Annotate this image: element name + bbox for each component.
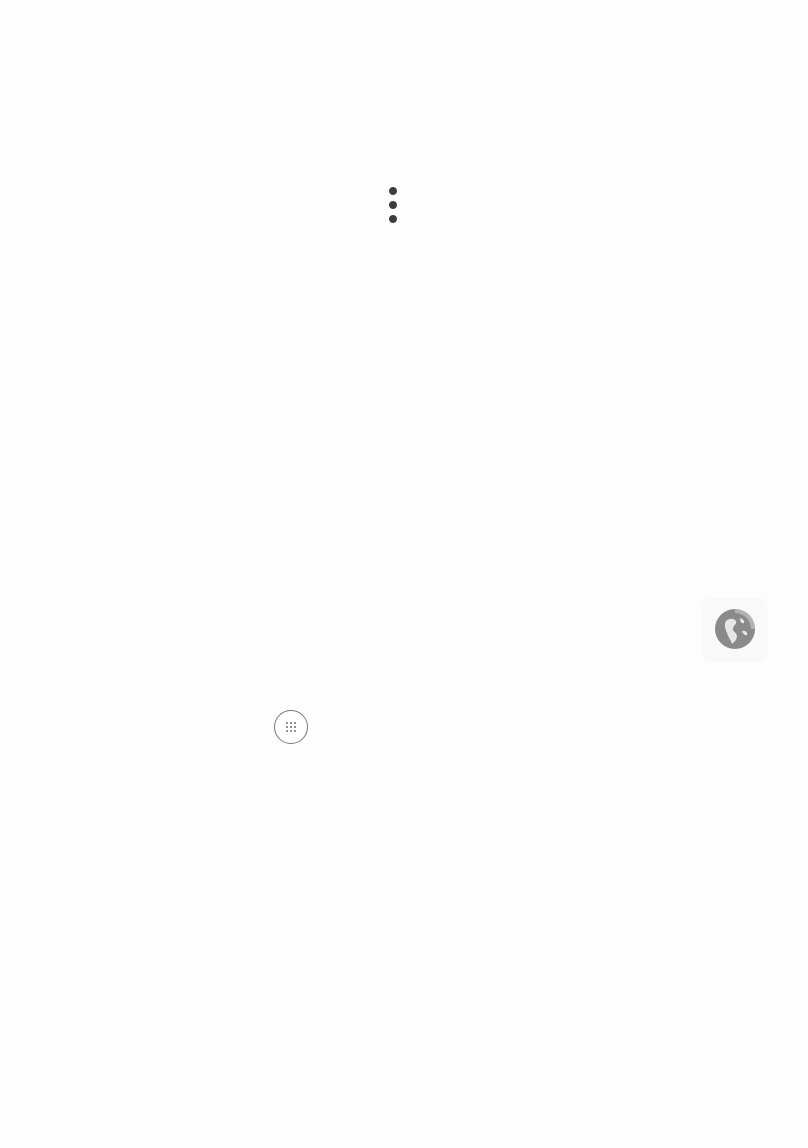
more-vert-icon-dot [389,201,397,209]
browser-shortcut[interactable] [703,598,767,660]
app-drawer-grid-icon [285,721,297,733]
app-drawer-button[interactable] [274,710,308,744]
overflow-menu-button[interactable] [380,184,406,226]
more-vert-icon [389,187,397,195]
home-screen [0,0,808,1148]
more-vert-icon-dot [389,215,397,223]
globe-icon [713,607,757,651]
